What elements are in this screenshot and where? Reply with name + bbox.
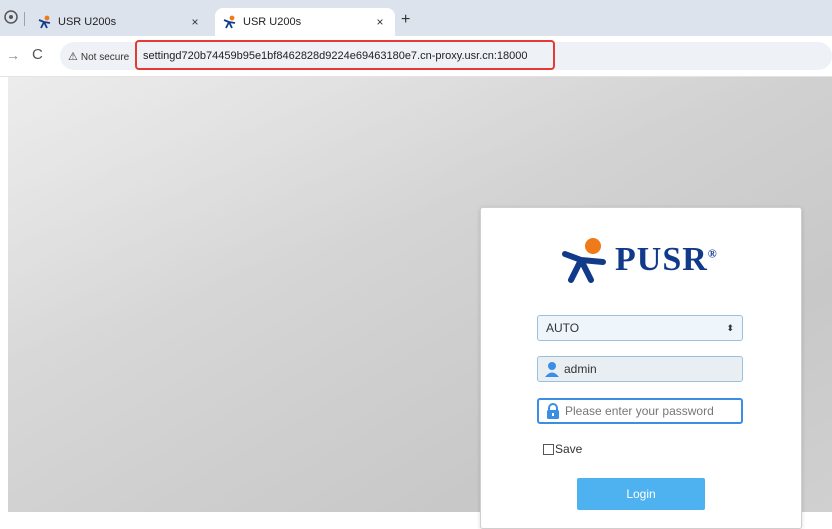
reload-icon[interactable]: C [32, 46, 43, 63]
mode-select-value: AUTO [546, 321, 580, 335]
browser-toolbar: → C ⚠ Not secure settingd720b74459b95e1bf… [0, 36, 832, 77]
warning-icon: ⚠ [68, 51, 78, 63]
usr-favicon-icon [223, 15, 236, 29]
pusr-logo: PUSR® [561, 230, 718, 290]
tab-usr-u200s-1[interactable]: USR U200s × [30, 8, 210, 36]
forward-icon[interactable]: → [6, 47, 20, 63]
login-card: PUSR® AUTO ⬍ admin Please enter your pas… [480, 207, 802, 529]
page-background: PUSR® AUTO ⬍ admin Please enter your pas… [8, 77, 832, 529]
tab-close-icon[interactable]: × [188, 15, 202, 29]
tab-title: USR U200s [58, 16, 117, 28]
brand-name: PUSR® [615, 241, 718, 278]
save-checkbox-row[interactable]: Save [543, 442, 582, 456]
user-icon [545, 362, 559, 377]
username-value: admin [564, 362, 597, 376]
password-placeholder: Please enter your password [565, 404, 714, 418]
pusr-logo-icon [562, 238, 606, 283]
login-button[interactable]: Login [577, 478, 705, 510]
tab-search-icon[interactable] [4, 10, 18, 24]
username-field[interactable]: admin [537, 356, 743, 382]
tab-usr-u200s-2[interactable]: USR U200s × [215, 8, 395, 36]
url-text[interactable]: settingd720b74459b95e1bf8462828d9224e694… [143, 50, 528, 62]
tab-title: USR U200s [243, 16, 302, 28]
save-checkbox[interactable] [543, 443, 554, 455]
password-field[interactable]: Please enter your password [537, 398, 743, 424]
address-bar[interactable]: ⚠ Not secure settingd720b74459b95e1bf8462… [60, 40, 832, 70]
new-tab-button[interactable]: + [401, 12, 410, 28]
mode-select[interactable]: AUTO ⬍ [537, 315, 743, 341]
select-arrows-icon: ⬍ [726, 322, 734, 333]
security-label: Not secure [80, 52, 130, 63]
usr-favicon-icon [38, 15, 51, 29]
tab-close-icon[interactable]: × [373, 15, 387, 29]
security-indicator[interactable]: ⚠ Not secure [68, 50, 129, 63]
tab-separator [24, 12, 25, 26]
tab-strip: USR U200s × USR U200s × + [0, 0, 832, 36]
lock-icon [547, 403, 559, 419]
save-label: Save [555, 442, 583, 456]
